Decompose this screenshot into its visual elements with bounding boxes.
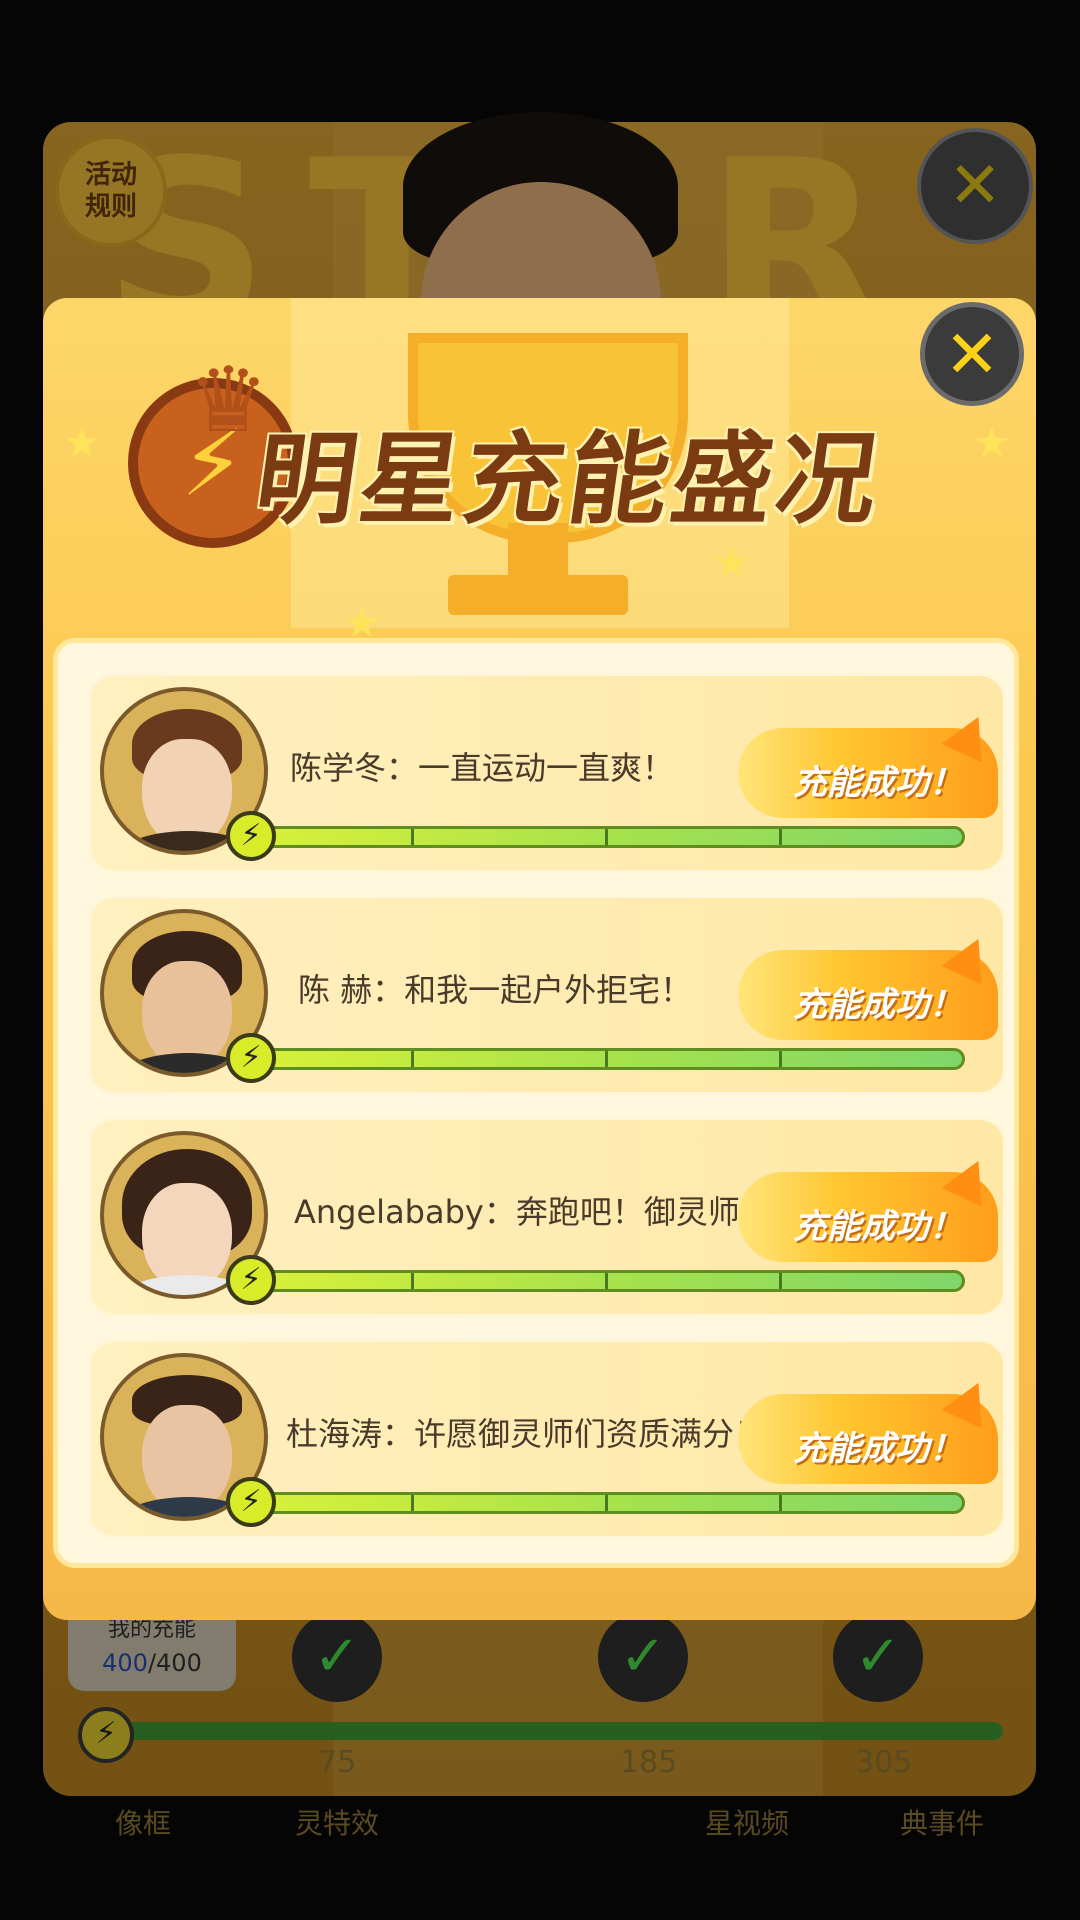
- bar-tick: [779, 1273, 782, 1289]
- bar-tick: [411, 1495, 414, 1511]
- modal-title: 明星充能盛况: [248, 421, 889, 538]
- bar-tick: [605, 829, 608, 845]
- trophy-base: [448, 575, 628, 615]
- star-icon: ★: [713, 538, 751, 587]
- star-icon: ★: [973, 418, 1011, 467]
- bar-tick: [779, 1051, 782, 1067]
- charge-success-label: 充能成功！: [793, 985, 963, 1025]
- celebrity-list: 陈学冬：一直运动一直爽！ 充能成功！ ⚡ 陈 赫：和我一起户外拒宅！ 充能成功！: [53, 638, 1019, 1568]
- charge-success-label: 充能成功！: [793, 1207, 963, 1247]
- lightning-icon: ⚡: [226, 1255, 276, 1305]
- charge-success-label: 充能成功！: [793, 763, 963, 803]
- charge-progress-bar: [260, 1048, 965, 1070]
- my-energy-total: /400: [147, 1649, 202, 1677]
- close-icon: ✕: [948, 149, 1002, 223]
- milestone-value: 305: [855, 1745, 913, 1780]
- bar-tick: [411, 829, 414, 845]
- modal-close-button[interactable]: ✕: [920, 302, 1024, 406]
- milestone-value: 185: [620, 1745, 678, 1780]
- reward-label: 典事件: [900, 1807, 985, 1840]
- charge-progress-bar: [260, 826, 965, 848]
- my-energy-current: 400: [102, 1649, 148, 1677]
- milestone-check-icon: ✓: [292, 1612, 382, 1702]
- lightning-icon: ⚡: [226, 1477, 276, 1527]
- milestone-value: 75: [318, 1745, 357, 1780]
- celebrity-card: 杜海涛：许愿御灵师们资质满分！ 充能成功！ ⚡: [88, 1339, 1006, 1539]
- reward-label: 星视频: [705, 1807, 790, 1840]
- celebrity-card: 陈学冬：一直运动一直爽！ 充能成功！ ⚡: [88, 673, 1006, 873]
- milestone-check-icon: ✓: [598, 1612, 688, 1702]
- energy-progress-track: [98, 1722, 1003, 1740]
- milestone-check-icon: ✓: [833, 1612, 923, 1702]
- close-icon: ✕: [944, 315, 1000, 393]
- activity-rules-label: 活动 规则: [84, 160, 137, 222]
- celebrity-card: Angelababy：奔跑吧！御灵师 充能成功！ ⚡: [88, 1117, 1006, 1317]
- celebrity-charge-modal: ★ ★ ★ ★ ♛ ⚡ 明星充能盛况 陈学冬：一直运动一直爽！ 充能成功！ ⚡: [43, 298, 1036, 1620]
- bar-tick: [605, 1495, 608, 1511]
- lightning-icon: ⚡: [78, 1707, 134, 1763]
- crown-icon: ♛: [188, 348, 269, 453]
- bar-tick: [411, 1051, 414, 1067]
- celebrity-card: 陈 赫：和我一起户外拒宅！ 充能成功！ ⚡: [88, 895, 1006, 1095]
- celebrity-quote: 陈学冬：一直运动一直爽！: [290, 749, 675, 787]
- reward-label: 像框: [115, 1807, 172, 1840]
- charge-progress-bar: [260, 1270, 965, 1292]
- background-close-button[interactable]: ✕: [917, 128, 1033, 244]
- bar-tick: [411, 1273, 414, 1289]
- my-energy-value: 400/400: [68, 1649, 236, 1677]
- celebrity-quote: 杜海涛：许愿御灵师们资质满分！: [286, 1415, 767, 1453]
- bar-tick: [779, 1495, 782, 1511]
- celebrity-quote: Angelababy：奔跑吧！御灵师: [294, 1193, 740, 1231]
- charge-progress-bar: [260, 1492, 965, 1514]
- lightning-icon: ⚡: [226, 1033, 276, 1083]
- charge-success-label: 充能成功！: [793, 1429, 963, 1469]
- reward-label: 灵特效: [295, 1807, 380, 1840]
- activity-rules-button[interactable]: 活动 规则: [55, 135, 167, 247]
- star-icon: ★: [63, 418, 101, 467]
- bar-tick: [605, 1051, 608, 1067]
- bar-tick: [779, 829, 782, 845]
- lightning-icon: ⚡: [226, 811, 276, 861]
- celebrity-quote: 陈 赫：和我一起户外拒宅！: [298, 971, 693, 1009]
- bar-tick: [605, 1273, 608, 1289]
